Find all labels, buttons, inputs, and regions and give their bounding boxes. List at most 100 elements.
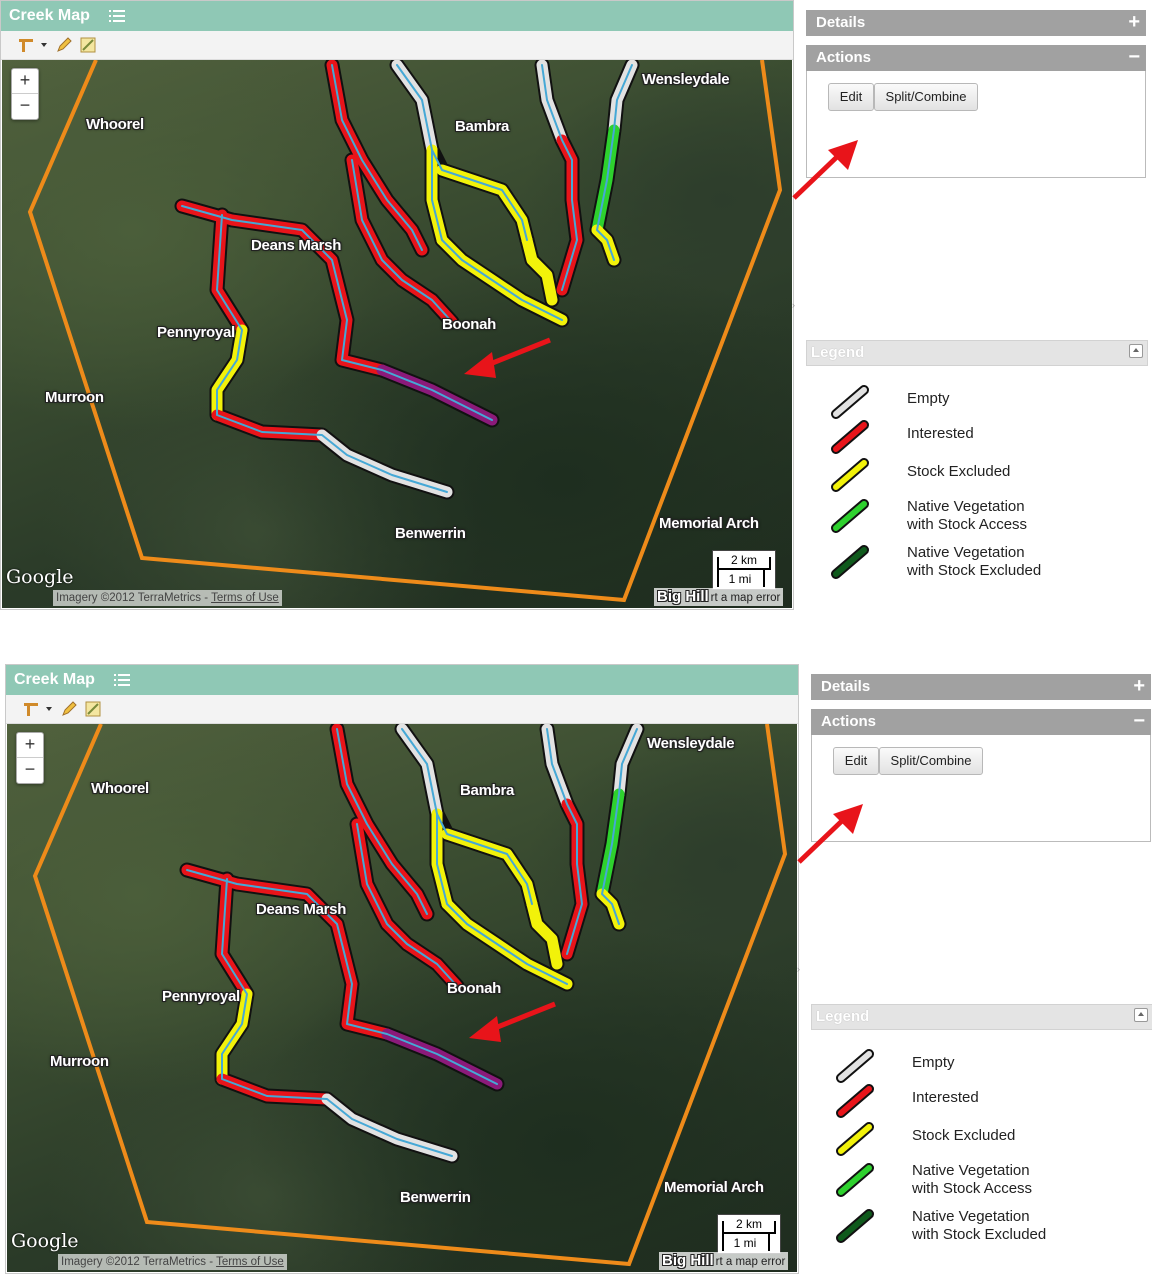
- place-label: Benwerrin: [400, 1189, 471, 1206]
- legend-label: Native Vegetation: [912, 1208, 1030, 1225]
- stock-excluded-swatch-icon: [831, 458, 869, 492]
- map-title-bar: Creek Map: [1, 1, 793, 31]
- place-label: Whoorel: [86, 116, 144, 133]
- map-title: Creek Map: [9, 7, 90, 24]
- scale-km: 2 km: [735, 1217, 762, 1231]
- place-label: Murroon: [50, 1053, 109, 1070]
- place-label: Wensleydale: [647, 735, 735, 752]
- legend-header[interactable]: Legend: [806, 340, 1148, 366]
- splitter-handle[interactable]: ›: [797, 964, 801, 976]
- legend-label: with Stock Excluded: [907, 562, 1042, 579]
- place-label: Bambra: [455, 118, 510, 135]
- zoom-in-button[interactable]: +: [12, 69, 38, 94]
- empty-swatch-icon: [836, 1049, 874, 1083]
- annotation-arrow-map: [469, 1001, 556, 1042]
- screenshot-top: Creek Map + − Whoorel Bambra Wensleydale…: [0, 0, 1152, 612]
- imagery-text: Imagery ©2012 TerraMetrics -: [61, 1256, 217, 1268]
- expand-icon[interactable]: +: [1128, 11, 1140, 33]
- annotation-arrow-actions: [792, 140, 858, 200]
- place-label: Deans Marsh: [251, 237, 342, 254]
- legend-item-empty: Empty: [830, 384, 1150, 424]
- legend-header[interactable]: Legend: [811, 1004, 1152, 1030]
- native-veg-excluded-swatch-icon: [836, 1209, 874, 1243]
- terms-of-use-link[interactable]: Terms of Use: [211, 592, 279, 604]
- collapse-icon[interactable]: [1129, 344, 1143, 358]
- place-label: Boonah: [442, 316, 497, 333]
- details-title: Details: [816, 14, 866, 31]
- legend-label: Native Vegetation: [907, 498, 1025, 515]
- zoom-control: + −: [16, 732, 44, 784]
- legend-label: Stock Excluded: [907, 463, 1011, 480]
- report-error-link[interactable]: Big Hill rt a map error: [659, 1252, 789, 1270]
- scale-km: 2 km: [730, 553, 757, 567]
- actions-header[interactable]: Actions −: [811, 709, 1151, 735]
- actions-header[interactable]: Actions −: [806, 45, 1146, 71]
- chevron-down-icon[interactable]: [46, 707, 52, 711]
- zoom-out-button[interactable]: −: [12, 94, 38, 118]
- pencil-icon[interactable]: [55, 36, 73, 54]
- layer-tool-icon[interactable]: [22, 700, 40, 718]
- legend-item-native-veg-access: Native Vegetation with Stock Access: [830, 498, 1150, 538]
- place-label: Benwerrin: [395, 525, 466, 542]
- map-title: Creek Map: [14, 671, 95, 688]
- annotation-arrow-map: [464, 337, 551, 378]
- legend-label: Empty: [912, 1054, 955, 1071]
- split-combine-button[interactable]: Split/Combine: [874, 83, 978, 111]
- split-combine-button[interactable]: Split/Combine: [879, 747, 983, 775]
- legend-label: Interested: [912, 1089, 979, 1106]
- legend-label: Stock Excluded: [912, 1127, 1016, 1144]
- actions-title: Actions: [821, 713, 877, 730]
- map-view[interactable]: + − Whoorel Bambra Wensleydale Deans Mar…: [2, 60, 792, 608]
- place-label: Memorial Arch: [664, 1179, 764, 1196]
- annotation-arrow-actions: [797, 804, 863, 864]
- layer-tool-icon[interactable]: [17, 36, 35, 54]
- scale-mi: 1 mi: [728, 572, 752, 586]
- report-error-text[interactable]: rt a map error: [711, 592, 781, 604]
- collapse-icon[interactable]: −: [1133, 710, 1145, 732]
- details-header[interactable]: Details +: [806, 10, 1146, 36]
- terms-of-use-link[interactable]: Terms of Use: [216, 1256, 284, 1268]
- legend-item-native-veg-access: Native Vegetation with Stock Access: [835, 1162, 1152, 1202]
- legend-item-native-veg-excluded: Native Vegetation with Stock Excluded: [835, 1208, 1152, 1248]
- imagery-attribution: Imagery ©2012 TerraMetrics - Terms of Us…: [58, 1254, 287, 1270]
- google-logo[interactable]: Google: [6, 566, 74, 588]
- map-title-bar: Creek Map: [6, 665, 798, 695]
- legend-item-native-veg-excluded: Native Vegetation with Stock Excluded: [830, 544, 1150, 584]
- edit-map-icon[interactable]: [79, 36, 97, 54]
- map-toolbar: [1, 31, 793, 60]
- report-error-link[interactable]: Big Hill rt a map error: [654, 588, 784, 606]
- map-view[interactable]: + − Whoorel Bambra Wensleydale Deans Mar…: [7, 724, 797, 1272]
- edit-button[interactable]: Edit: [833, 747, 879, 775]
- scale-bar: 2 km 1 mi: [712, 550, 776, 590]
- stock-excluded-swatch-icon: [836, 1122, 874, 1156]
- pencil-icon[interactable]: [60, 700, 78, 718]
- screenshot-bottom: Creek Map + − Whoorel Bambra Wensleydale…: [0, 664, 1152, 1276]
- chevron-down-icon[interactable]: [41, 43, 47, 47]
- google-logo[interactable]: Google: [11, 1230, 79, 1252]
- empty-swatch-icon: [831, 385, 869, 419]
- expand-icon[interactable]: +: [1133, 675, 1145, 697]
- zoom-control: + −: [11, 68, 39, 120]
- details-header[interactable]: Details +: [811, 674, 1151, 700]
- legend-title: Legend: [811, 344, 865, 361]
- edit-button[interactable]: Edit: [828, 83, 874, 111]
- splitter-handle[interactable]: ›: [792, 300, 796, 312]
- place-label: Deans Marsh: [256, 901, 347, 918]
- zoom-out-button[interactable]: −: [17, 758, 43, 782]
- place-label: Wensleydale: [642, 71, 730, 88]
- list-icon[interactable]: [109, 8, 125, 24]
- edit-map-icon[interactable]: [84, 700, 102, 718]
- legend-label: Interested: [907, 425, 974, 442]
- collapse-icon[interactable]: [1134, 1008, 1148, 1022]
- scale-bar: 2 km 1 mi: [717, 1214, 781, 1254]
- collapse-icon[interactable]: −: [1128, 46, 1140, 68]
- legend-label: with Stock Excluded: [912, 1226, 1047, 1243]
- place-label: Bambra: [460, 782, 515, 799]
- place-label: Whoorel: [91, 780, 149, 797]
- legend-item-empty: Empty: [835, 1048, 1152, 1088]
- legend-title: Legend: [816, 1008, 870, 1025]
- report-error-text[interactable]: rt a map error: [716, 1256, 786, 1268]
- legend-item-interested: Interested: [830, 419, 1150, 459]
- zoom-in-button[interactable]: +: [17, 733, 43, 758]
- list-icon[interactable]: [114, 672, 130, 688]
